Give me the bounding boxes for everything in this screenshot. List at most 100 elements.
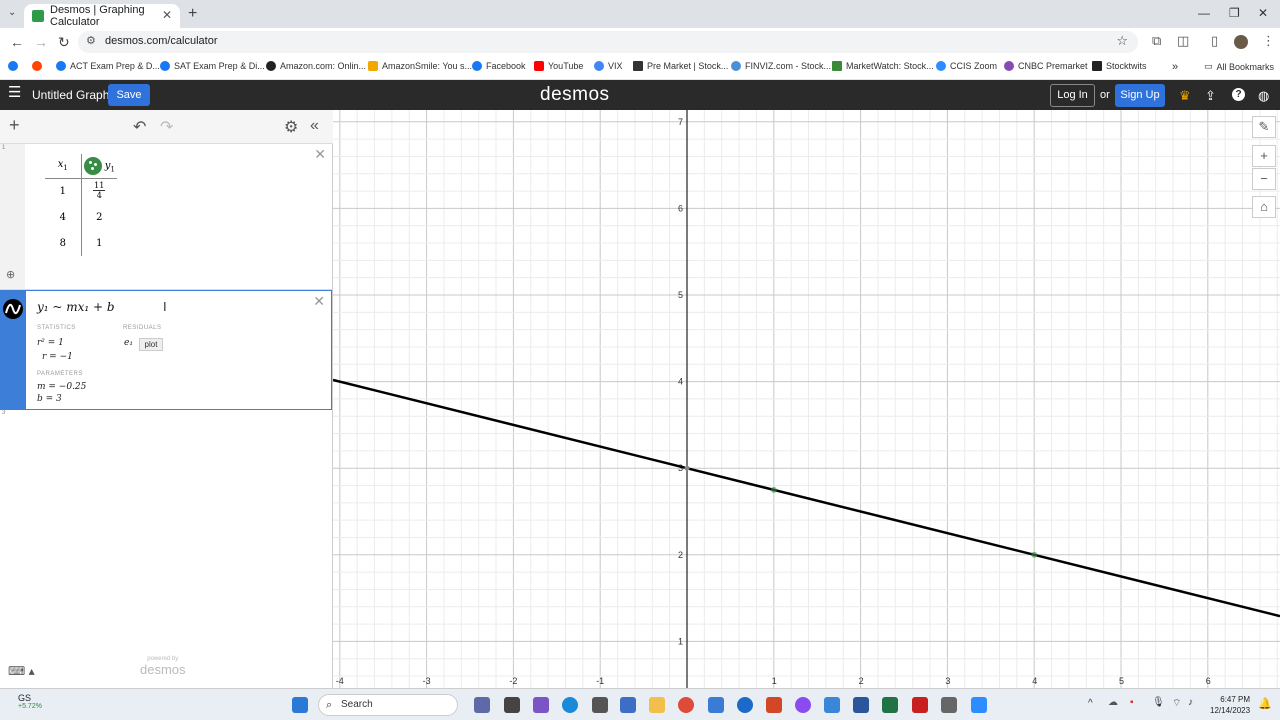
settings-gear-icon[interactable]: ⚙ <box>284 117 298 137</box>
column-header-x[interactable]: x1 <box>45 154 82 179</box>
bookmark-finviz[interactable]: FINVIZ.com - Stock... <box>731 61 831 71</box>
maximize-icon[interactable]: ❐ <box>1229 6 1240 20</box>
plot-residuals-button[interactable]: plot <box>139 338 163 351</box>
minimize-icon[interactable]: — <box>1198 6 1210 20</box>
graph-svg[interactable]: -4 -3 -2 -1 1 2 3 4 5 61234567 <box>332 110 1280 688</box>
app-icon[interactable] <box>737 697 753 713</box>
hamburger-menu-icon[interactable]: ☰ <box>8 85 22 100</box>
bookmark-marketwatch[interactable]: MarketWatch: Stock... <box>832 61 934 71</box>
browser-tab[interactable]: Desmos | Graphing Calculator ✕ <box>24 4 180 28</box>
table-cell-y3[interactable]: 1 <box>81 230 117 256</box>
facebook-icon[interactable] <box>8 61 22 71</box>
undo-icon[interactable]: ↶ <box>133 117 146 137</box>
url-text[interactable]: desmos.com/calculator <box>105 35 218 47</box>
share-icon[interactable]: ⇪ <box>1205 88 1216 104</box>
site-info-icon[interactable]: ⚙ <box>86 34 96 47</box>
avatar[interactable] <box>1234 35 1248 49</box>
wrench-icon[interactable]: ✎ <box>1252 116 1276 138</box>
bookmark-cnbc[interactable]: CNBC Premarket <box>1004 61 1088 71</box>
sidepanel-icon[interactable]: ▯ <box>1211 33 1218 49</box>
tray-chevron-icon[interactable]: ^ <box>1088 698 1093 709</box>
home-icon[interactable]: ⌂ <box>1252 196 1276 218</box>
table-cell-y2[interactable]: 2 <box>81 204 117 230</box>
close-icon[interactable]: ✕ <box>162 8 172 22</box>
table-cell-x2[interactable]: 4 <box>45 204 82 230</box>
file-explorer-icon[interactable] <box>649 697 665 713</box>
zoom-icon[interactable] <box>971 697 987 713</box>
add-expression-icon[interactable]: + <box>9 115 20 136</box>
mail-icon[interactable] <box>620 697 636 713</box>
onedrive-icon[interactable]: ☁ <box>1108 697 1118 708</box>
delete-expression-icon[interactable]: ✕ <box>314 146 326 163</box>
app-icon[interactable] <box>708 697 724 713</box>
zoom-out-icon[interactable]: − <box>1252 168 1276 190</box>
powerpoint-icon[interactable] <box>766 697 782 713</box>
bookmark-amazonsmile[interactable]: AmazonSmile: You s... <box>368 61 472 71</box>
edge-icon[interactable] <box>562 697 578 713</box>
acrobat-icon[interactable] <box>912 697 928 713</box>
wifi-icon[interactable]: ⌔ <box>1172 697 1181 710</box>
bookmark-vix[interactable]: VIX <box>594 61 623 71</box>
table-cell-x1[interactable]: 1 <box>45 178 82 204</box>
window-close-icon[interactable]: ✕ <box>1258 6 1268 20</box>
messenger-icon[interactable] <box>795 697 811 713</box>
delete-expression-icon[interactable]: ✕ <box>313 293 325 310</box>
point-style-icon[interactable] <box>83 156 102 175</box>
notepad-icon[interactable] <box>824 697 840 713</box>
bookmark-premarket[interactable]: Pre Market | Stock... <box>633 61 728 71</box>
keyboard-toggle-icon[interactable]: ⌨ ▴ <box>8 664 35 678</box>
expression-tab[interactable] <box>1 291 26 409</box>
reddit-icon[interactable] <box>32 61 46 71</box>
stock-widget[interactable]: GS +5.72% <box>18 693 42 710</box>
bookmark-sat[interactable]: SAT Exam Prep & Di... <box>160 61 265 71</box>
system-clock[interactable]: 6:47 PM 12/14/2023 <box>1210 694 1250 716</box>
notification-bell-icon[interactable]: 🔔 <box>1258 697 1272 710</box>
column-header-y[interactable]: y1 <box>81 154 117 179</box>
bookmark-act[interactable]: ACT Exam Prep & D... <box>56 61 160 71</box>
zoom-in-icon[interactable]: + <box>1252 145 1276 167</box>
chrome-icon[interactable] <box>678 697 694 713</box>
bookmark-amazon[interactable]: Amazon.com: Onlin... <box>266 61 366 71</box>
puzzle-icon[interactable]: ◫ <box>1177 33 1189 49</box>
help-icon[interactable]: ? <box>1232 88 1245 101</box>
task-view-icon[interactable] <box>504 697 520 713</box>
bookmark-star-icon[interactable]: ☆ <box>1116 33 1128 49</box>
tab-search-icon[interactable]: ⌄ <box>8 7 16 18</box>
redo-icon[interactable]: ↷ <box>160 117 173 137</box>
microphone-icon[interactable]: 🎙 <box>1152 697 1165 708</box>
bookmark-stocktwits[interactable]: Stocktwits <box>1092 61 1147 71</box>
save-button[interactable]: Save <box>108 84 150 106</box>
volume-icon[interactable]: ♪ <box>1188 697 1193 708</box>
taskbar-search[interactable]: ⌕ Search <box>318 694 458 716</box>
bookmark-ccis-zoom[interactable]: CCIS Zoom <box>936 61 997 71</box>
globe-icon[interactable]: ◍ <box>1258 88 1269 104</box>
collapse-panel-icon[interactable]: « <box>310 117 319 135</box>
table-cell-y1[interactable]: 11 4 <box>81 178 117 204</box>
regression-formula[interactable]: y₁ ~ mx₁ + b <box>37 300 115 314</box>
forward-icon[interactable]: → <box>34 34 48 50</box>
app-tray-icon[interactable]: ▪ <box>1130 697 1134 708</box>
table-cell-x3[interactable]: 8 <box>45 230 82 256</box>
omnibox[interactable]: ⚙ desmos.com/calculator ☆ <box>78 31 1138 53</box>
graph-title[interactable]: Untitled Graph <box>32 88 109 102</box>
expression-regression[interactable]: ✕ y₁ ~ mx₁ + b I STATISTICS RESIDUALS r²… <box>0 290 332 410</box>
windows-start-icon[interactable] <box>292 697 308 713</box>
reload-icon[interactable]: ↻ <box>58 34 70 51</box>
menu-kebab-icon[interactable]: ⋮ <box>1262 33 1275 49</box>
app-icon[interactable] <box>941 697 957 713</box>
back-icon[interactable]: ← <box>10 34 24 50</box>
widgets-icon[interactable] <box>474 697 490 713</box>
zoom-fit-icon[interactable]: ⊕ <box>6 268 15 281</box>
teams-icon[interactable] <box>533 697 549 713</box>
word-icon[interactable] <box>853 697 869 713</box>
trophy-icon[interactable]: ♛ <box>1179 88 1191 104</box>
extension-icon[interactable]: ⧉ <box>1152 33 1161 49</box>
expression-table[interactable]: 1 ✕ ⊕ x1 y1 1 11 4 4 2 8 1 <box>0 144 332 290</box>
graph-canvas[interactable]: -4 -3 -2 -1 1 2 3 4 5 6 1 2 3 4 5 6 7 <box>332 110 1280 688</box>
bookmark-facebook[interactable]: Facebook <box>472 61 526 71</box>
more-bookmarks-icon[interactable]: » <box>1172 61 1178 73</box>
all-bookmarks[interactable]: ▭ All Bookmarks <box>1204 61 1274 72</box>
login-button[interactable]: Log In <box>1050 84 1095 107</box>
signup-button[interactable]: Sign Up <box>1115 84 1165 107</box>
excel-icon[interactable] <box>882 697 898 713</box>
